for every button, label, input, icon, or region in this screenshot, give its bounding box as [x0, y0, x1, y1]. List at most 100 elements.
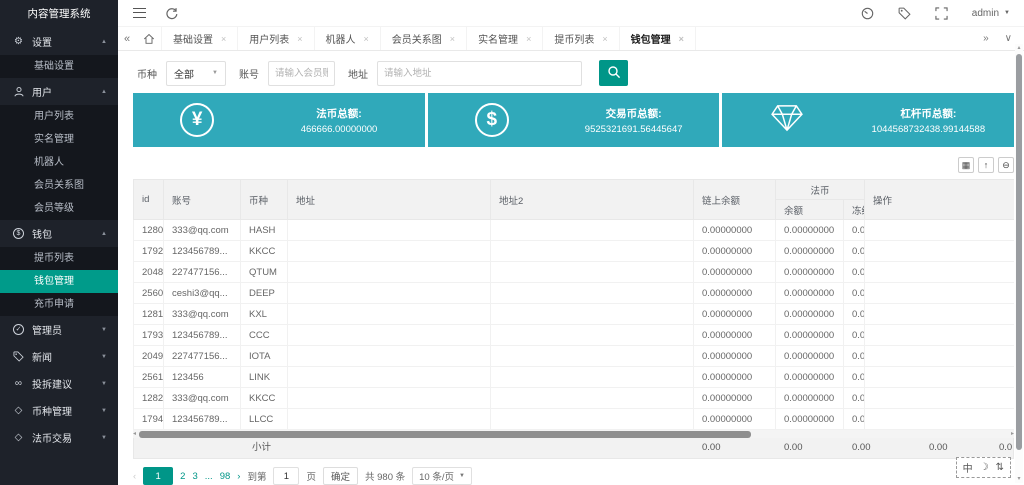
next-page-icon[interactable]: › — [237, 471, 240, 482]
horizontal-scrollbar[interactable]: ◂ ▸ — [133, 430, 1014, 438]
sidebar-item-wallet-management[interactable]: 钱包管理 — [0, 270, 118, 293]
tab[interactable]: 实名管理 × — [467, 27, 543, 50]
sidebar-item-withdraw-list[interactable]: 提币列表 — [0, 247, 118, 270]
news-tag-icon — [11, 351, 26, 362]
tab-close-icon[interactable]: × — [679, 34, 684, 44]
refresh-icon[interactable] — [165, 7, 178, 20]
sidebar-item-user-list[interactable]: 用户列表 — [0, 105, 118, 128]
cell-chain-balance: 0.00000000 — [694, 325, 776, 346]
tab-close-icon[interactable]: × — [526, 34, 531, 44]
menu-toggle-icon[interactable] — [133, 8, 146, 18]
cell-address — [288, 388, 491, 409]
card-label: 交易币总额: — [556, 106, 711, 121]
sidebar-group-admins[interactable]: ✓ 管理员 ▼ — [0, 316, 118, 343]
coin-select[interactable]: 全部 ▼ — [166, 61, 226, 86]
cell-address2 — [491, 409, 694, 430]
goto-page-input[interactable] — [273, 467, 299, 485]
sidebar-group-users[interactable]: 用户 ▲ — [0, 78, 118, 105]
tab-close-icon[interactable]: × — [450, 34, 455, 44]
sidebar-group-fiat-trade[interactable]: ◇ 法币交易 ▼ — [0, 424, 118, 451]
sidebar-item-kyc-management[interactable]: 实名管理 — [0, 128, 118, 151]
table-row[interactable]: 1280 333@qq.com HASH 0.00000000 0.000000… — [134, 220, 1015, 241]
sort-arrows-icon[interactable]: ⇅ — [996, 462, 1004, 473]
sidebar-group-coin-management[interactable]: ◇ 币种管理 ▼ — [0, 397, 118, 424]
table-row[interactable]: 1282 333@qq.com KKCC 0.00000000 0.000000… — [134, 388, 1015, 409]
horizontal-scrollbar-thumb[interactable] — [139, 431, 751, 438]
table-row[interactable]: 1794 123456789... LLCC 0.00000000 0.0000… — [134, 409, 1015, 430]
tabs-expand-icon[interactable]: » — [983, 33, 989, 44]
tab-close-icon[interactable]: × — [221, 34, 226, 44]
table-row[interactable]: 1792 123456789... KKCC 0.00000000 0.0000… — [134, 241, 1015, 262]
page-2[interactable]: 2 — [180, 471, 185, 482]
chevron-down-icon: ▼ — [101, 381, 107, 387]
tab-close-icon[interactable]: × — [297, 34, 302, 44]
account-input[interactable] — [268, 61, 335, 86]
cell-account: ceshi3@qq... — [164, 283, 241, 304]
cell-address — [288, 346, 491, 367]
vertical-scrollbar[interactable]: ▴ ▾ — [1015, 44, 1023, 483]
page-size-value: 10 条/页 — [419, 469, 454, 483]
table-row[interactable]: 2048 227477156... QTUM 0.00000000 0.0000… — [134, 262, 1015, 283]
vertical-scrollbar-thumb[interactable] — [1016, 54, 1022, 450]
table-row[interactable]: 1281 333@qq.com KXL 0.00000000 0.0000000… — [134, 304, 1015, 325]
cell-account: 227477156... — [164, 346, 241, 367]
sidebar-item-member-relations[interactable]: 会员关系图 — [0, 174, 118, 197]
scroll-right-icon[interactable]: ▸ — [1011, 430, 1014, 438]
total-count-label: 共 980 条 — [365, 469, 405, 483]
address-input[interactable] — [377, 61, 582, 86]
pagination-bar: ‹ 1 2 3 ... 98 › 到第 页 确定 共 980 条 10 条/页 … — [133, 467, 1014, 485]
card-label: 杠杆币总额: — [851, 106, 1006, 121]
tab[interactable]: 提币列表 × — [543, 27, 619, 50]
user-menu[interactable]: admin ▼ — [972, 8, 1010, 19]
sidebar-group-wallet[interactable]: $ 钱包 ▲ — [0, 220, 118, 247]
sidebar-item-basic-settings[interactable]: 基础设置 — [0, 55, 118, 78]
home-tab[interactable] — [136, 27, 162, 50]
search-button[interactable] — [599, 60, 628, 86]
fullscreen-icon[interactable] — [935, 7, 948, 20]
moon-icon[interactable]: ☽ — [980, 462, 989, 473]
col-header-chain-balance: 链上余额 — [694, 180, 776, 220]
sidebar-group-suggestions[interactable]: ∞ 投拆建议 ▼ — [0, 370, 118, 397]
tabbar: « 基础设置 × 用户列表 × 机器人 × 会员关系图 × 实名管理 — [118, 27, 1024, 51]
tab-close-icon[interactable]: × — [364, 34, 369, 44]
page-3[interactable]: 3 — [192, 471, 197, 482]
table-row[interactable]: 2560 ceshi3@qq... DEEP 0.00000000 0.0000… — [134, 283, 1015, 304]
scroll-left-icon[interactable]: ◂ — [133, 430, 136, 438]
sidebar-group-settings[interactable]: ⚙ 设置 ▲ — [0, 28, 118, 55]
table-row[interactable]: 1793 123456789... CCC 0.00000000 0.00000… — [134, 325, 1015, 346]
language-toggle[interactable]: 中 — [963, 460, 973, 475]
tab[interactable]: 基础设置 × — [162, 27, 238, 50]
page-98[interactable]: 98 — [220, 471, 231, 482]
tab[interactable]: 机器人 × — [315, 27, 381, 50]
print-button[interactable]: ⊖ — [998, 157, 1014, 173]
grid-icon: ▦ — [962, 160, 971, 171]
scroll-down-icon[interactable]: ▾ — [1015, 475, 1023, 483]
dashboard-icon[interactable] — [861, 7, 874, 20]
table-row[interactable]: 2561 123456 LINK 0.00000000 0.00000000 0… — [134, 367, 1015, 388]
export-button[interactable]: ↑ — [978, 157, 994, 173]
tag-icon[interactable] — [898, 7, 911, 20]
sidebar-item-member-levels[interactable]: 会员等级 — [0, 197, 118, 220]
page-1-active[interactable]: 1 — [143, 467, 173, 485]
goto-confirm-button[interactable]: 确定 — [323, 467, 358, 485]
page-size-select[interactable]: 10 条/页 ▼ — [412, 467, 472, 485]
cell-actions — [865, 262, 1014, 283]
filter-columns-button[interactable]: ▦ — [958, 157, 974, 173]
tabs-menu-icon[interactable]: ∨ — [1005, 33, 1012, 44]
sidebar-item-deposit-requests[interactable]: 充币申请 — [0, 293, 118, 316]
cell-id: 1282 — [134, 388, 164, 409]
sidebar-item-robots[interactable]: 机器人 — [0, 151, 118, 174]
tab-close-icon[interactable]: × — [602, 34, 607, 44]
tabs-collapse-icon[interactable]: « — [118, 27, 136, 50]
table-row[interactable]: 2049 227477156... IOTA 0.00000000 0.0000… — [134, 346, 1015, 367]
tab[interactable]: 用户列表 × — [238, 27, 314, 50]
cell-coin: LLCC — [241, 409, 288, 430]
sidebar-group-news[interactable]: 新闻 ▼ — [0, 343, 118, 370]
cell-frozen: 0.00000000 — [844, 346, 865, 367]
tab[interactable]: 钱包管理 × — [620, 27, 696, 50]
prev-page-icon[interactable]: ‹ — [133, 471, 136, 482]
cell-id: 1280 — [134, 220, 164, 241]
scroll-up-icon[interactable]: ▴ — [1015, 44, 1023, 52]
cell-address2 — [491, 283, 694, 304]
tab[interactable]: 会员关系图 × — [381, 27, 467, 50]
